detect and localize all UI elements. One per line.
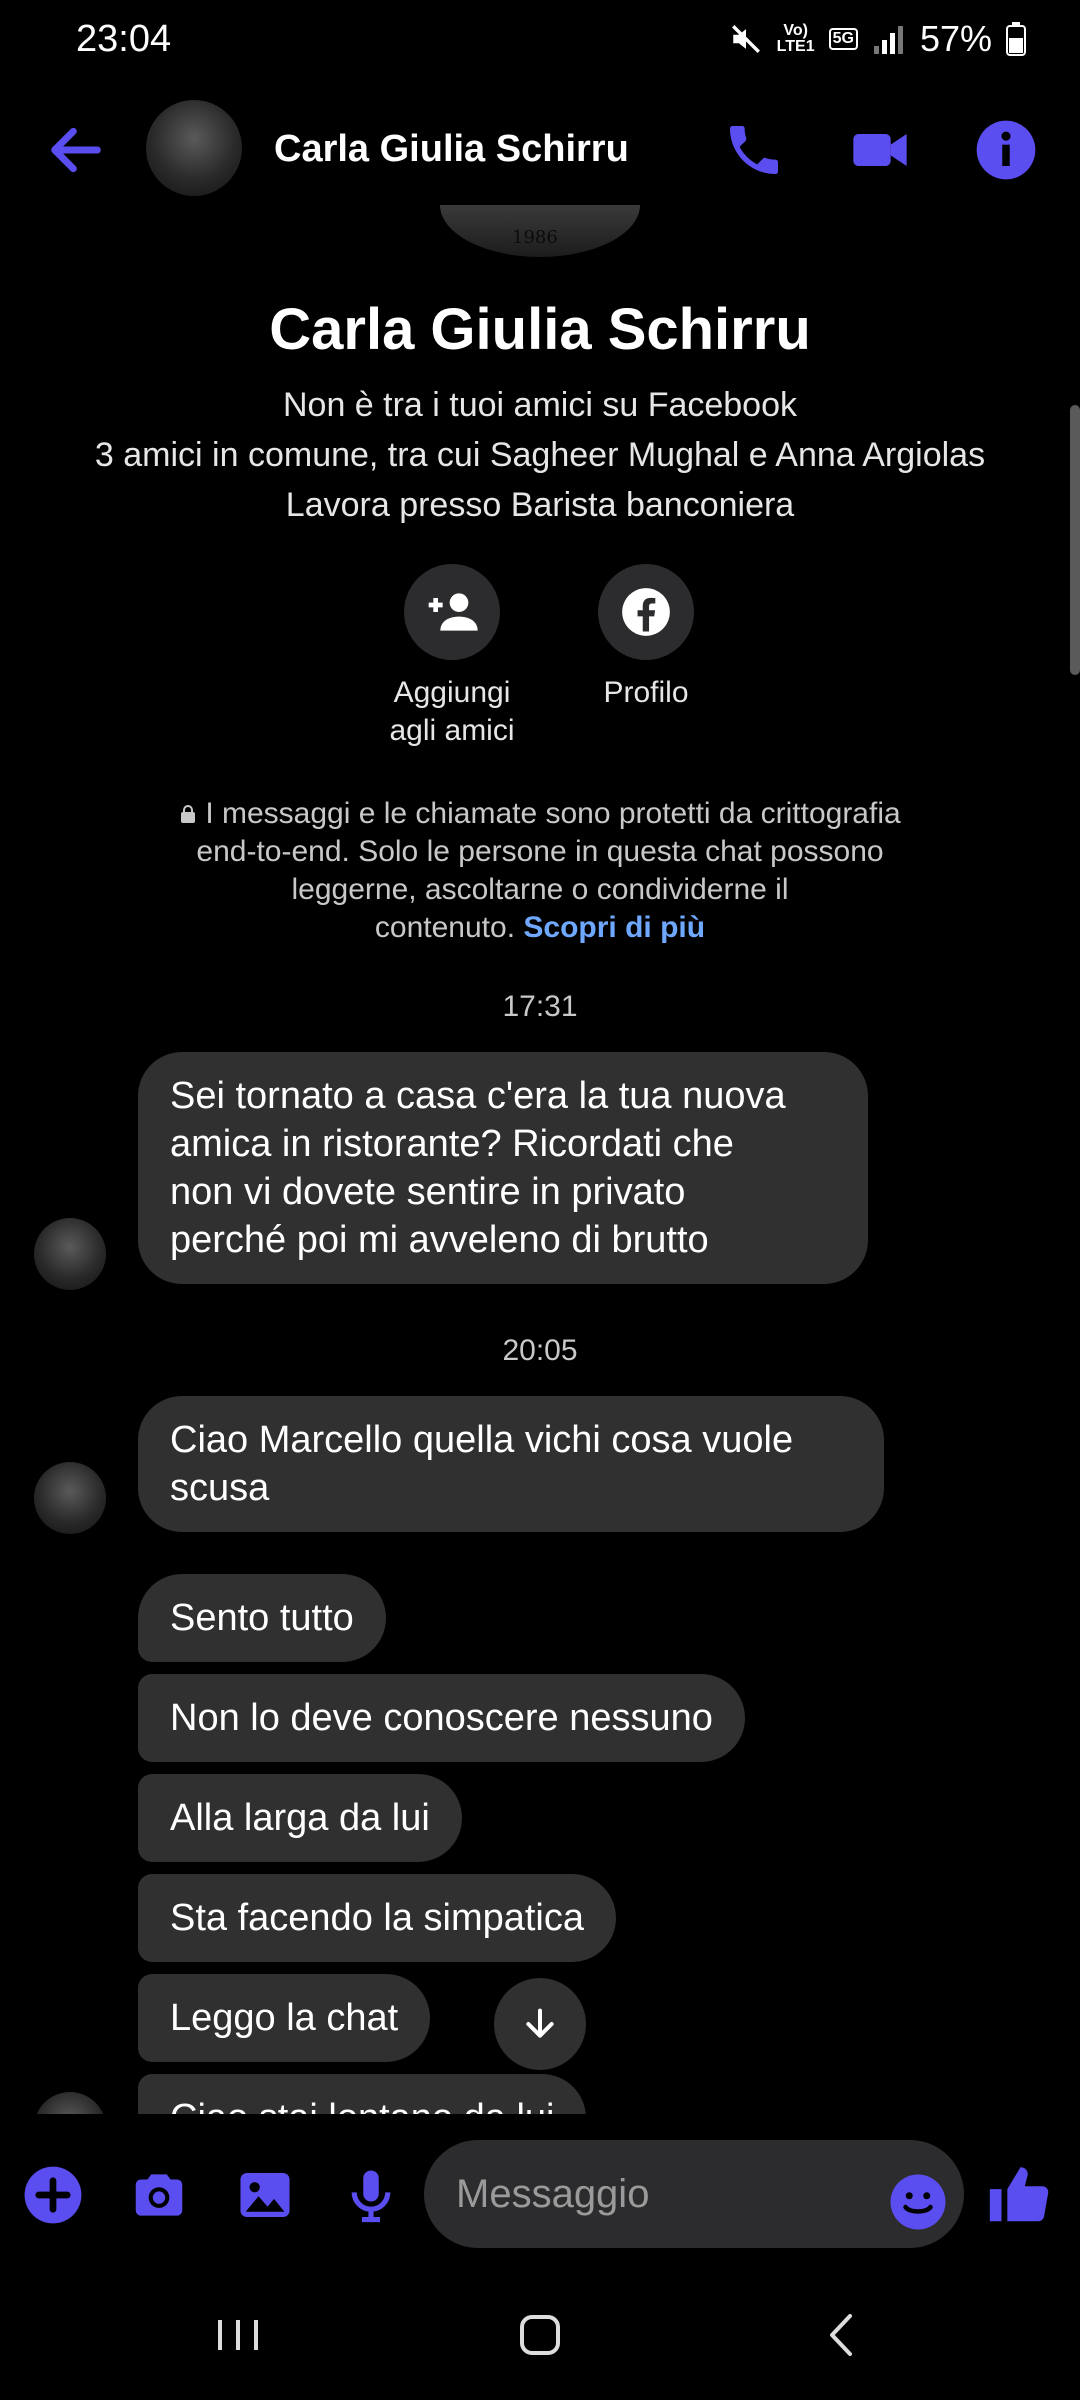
- microphone-icon[interactable]: [340, 2164, 402, 2226]
- facebook-icon: [622, 588, 670, 636]
- message-bubble[interactable]: Non lo deve conoscere nessuno: [138, 1674, 745, 1762]
- message-bubble[interactable]: Alla larga da lui: [138, 1774, 462, 1862]
- battery-percent: 57%: [919, 18, 992, 59]
- profile-name: Carla Giulia Schirru: [269, 297, 811, 362]
- back-arrow-icon[interactable]: [44, 118, 108, 182]
- profile-cover-photo: 1986: [440, 205, 640, 257]
- video-call-icon[interactable]: [848, 118, 912, 182]
- profile-label[interactable]: Profilo: [536, 674, 756, 712]
- encryption-notice: I messaggi e le chiamate sono protetti d…: [150, 795, 930, 947]
- plus-icon[interactable]: [22, 2164, 84, 2226]
- status-time: 23:04: [76, 18, 172, 60]
- add-friend-button[interactable]: [404, 564, 500, 660]
- message-placeholder: Messaggio: [456, 2172, 650, 2216]
- learn-more-link[interactable]: Scopri di più: [523, 911, 705, 944]
- message-bubble[interactable]: Leggo la chat: [138, 1974, 431, 2062]
- network-type: 5G: [828, 28, 858, 50]
- lock-icon: [181, 805, 196, 823]
- info-icon[interactable]: [974, 118, 1038, 182]
- camera-icon[interactable]: [128, 2164, 190, 2226]
- recent-apps-icon[interactable]: [198, 2300, 278, 2370]
- sender-avatar[interactable]: [34, 1218, 106, 1290]
- gallery-icon[interactable]: [234, 2164, 296, 2226]
- add-friend-icon: [428, 593, 478, 631]
- volte-indicator: Vo) LTE1: [776, 22, 815, 55]
- battery-icon: [1006, 22, 1026, 56]
- mute-icon: [731, 25, 760, 53]
- status-icons: Vo) LTE1 5G 57%: [729, 18, 1026, 60]
- timestamp: 20:05: [502, 1334, 578, 1367]
- home-icon[interactable]: [500, 2300, 580, 2370]
- phone-call-icon[interactable]: [722, 118, 786, 182]
- thumbs-up-icon[interactable]: [984, 2160, 1054, 2230]
- emoji-icon[interactable]: [888, 2172, 948, 2232]
- mutual-friends: 3 amici in comune, tra cui Sagheer Mugha…: [94, 436, 986, 474]
- contact-name[interactable]: Carla Giulia Schirru: [274, 128, 629, 171]
- message-bubble[interactable]: Sei tornato a casa c'era la tua nuova am…: [138, 1052, 868, 1284]
- scrollbar[interactable]: [1070, 405, 1080, 675]
- signal-icon: [873, 26, 903, 54]
- add-friend-label[interactable]: Aggiungi agli amici: [342, 674, 562, 750]
- scroll-to-bottom-button[interactable]: [494, 1978, 586, 2070]
- message-bubble[interactable]: Sta facendo la simpatica: [138, 1874, 617, 1962]
- contact-avatar[interactable]: [146, 100, 242, 196]
- friend-status: Non è tra i tuoi amici su Facebook: [282, 386, 798, 424]
- work-info: Lavora presso Barista banconiera: [285, 486, 795, 524]
- profile-button[interactable]: [598, 564, 694, 660]
- sender-avatar[interactable]: [34, 1462, 106, 1534]
- message-bubble[interactable]: Ciao Marcello quella vichi cosa vuole sc…: [138, 1396, 884, 1532]
- message-bubble[interactable]: Sento tutto: [138, 1574, 386, 1662]
- arrow-down-icon: [526, 2008, 554, 2038]
- back-nav-icon[interactable]: [802, 2300, 882, 2370]
- timestamp: 17:31: [502, 990, 578, 1023]
